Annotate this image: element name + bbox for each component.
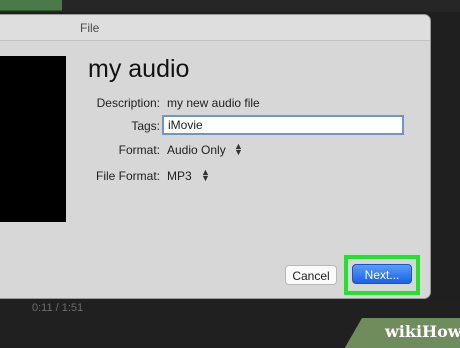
media-name[interactable]: my audio [88,55,189,84]
tags-input[interactable] [162,115,404,135]
description-value[interactable]: my new audio file [167,96,260,110]
up-down-chevron-icon[interactable]: ▲ ▼ [234,142,243,157]
format-label: Format: [118,143,160,157]
background-clip-thumbnail [0,0,62,11]
window-title: File [80,21,100,35]
format-select[interactable]: Audio Only [167,143,226,157]
file-format-label: File Format: [95,169,160,183]
media-preview-thumbnail [0,56,66,222]
playback-timecode: 0:11 / 1:51 [32,302,84,314]
tags-label: Tags: [131,119,160,133]
description-label: Description: [96,96,160,110]
next-button[interactable]: Next... [352,264,412,284]
wikihow-watermark: wikiHow [385,322,460,341]
file-format-select[interactable]: MP3 [167,169,192,183]
up-down-chevron-icon[interactable]: ▲ ▼ [201,168,210,183]
share-file-dialog: File my audio Description: my new audio … [0,15,430,298]
dialog-titlebar: File [0,15,430,41]
background-timeline-strip [0,0,460,12]
cancel-button[interactable]: Cancel [285,265,337,285]
